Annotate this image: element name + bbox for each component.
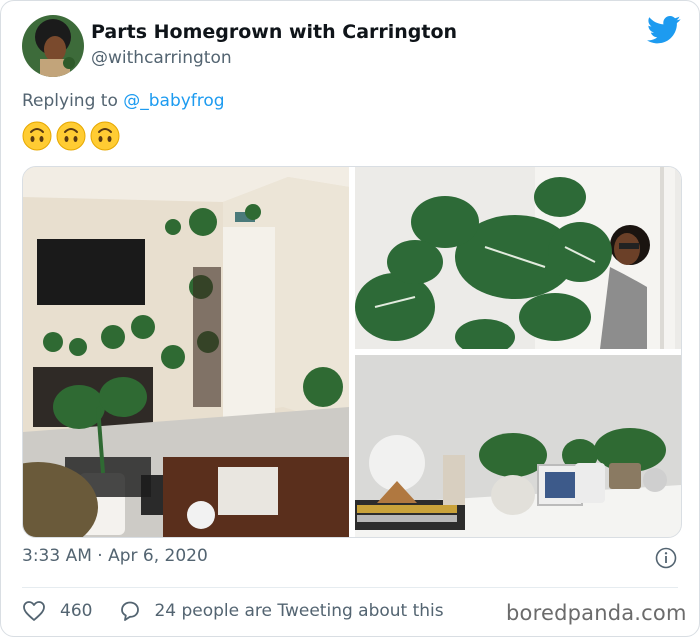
watermark: boredpanda.com: [506, 601, 687, 625]
tweeting-about-text[interactable]: 24 people are Tweeting about this: [154, 601, 443, 621]
user-handle[interactable]: @withcarrington: [91, 48, 232, 68]
upside-down-face-icon: [56, 121, 86, 151]
action-bar: 460 24 people are Tweeting about this: [22, 599, 444, 623]
media-grid: [22, 166, 682, 538]
tweet-timestamp[interactable]: 3:33 AM · Apr 6, 2020: [22, 546, 208, 566]
reply-mention-link[interactable]: @_babyfrog: [123, 91, 224, 111]
twitter-bird-icon[interactable]: [647, 15, 681, 45]
tweet-card: Parts Homegrown with Carrington @withcar…: [0, 0, 700, 637]
heart-icon[interactable]: [22, 599, 46, 623]
photo-shelf[interactable]: [355, 355, 681, 537]
photo-living-room[interactable]: [23, 167, 349, 537]
display-name[interactable]: Parts Homegrown with Carrington: [91, 21, 457, 43]
upside-down-face-icon: [90, 121, 120, 151]
like-count[interactable]: 460: [60, 601, 92, 621]
upside-down-face-icon: [22, 121, 52, 151]
divider: [22, 587, 678, 588]
photo-monstera[interactable]: [355, 167, 681, 349]
emoji-row: [22, 121, 120, 151]
comment-icon[interactable]: [118, 599, 142, 623]
avatar[interactable]: [22, 15, 84, 77]
info-icon[interactable]: [655, 547, 677, 569]
reply-prefix: Replying to: [22, 91, 124, 111]
replying-to: Replying to @_babyfrog: [22, 91, 225, 111]
